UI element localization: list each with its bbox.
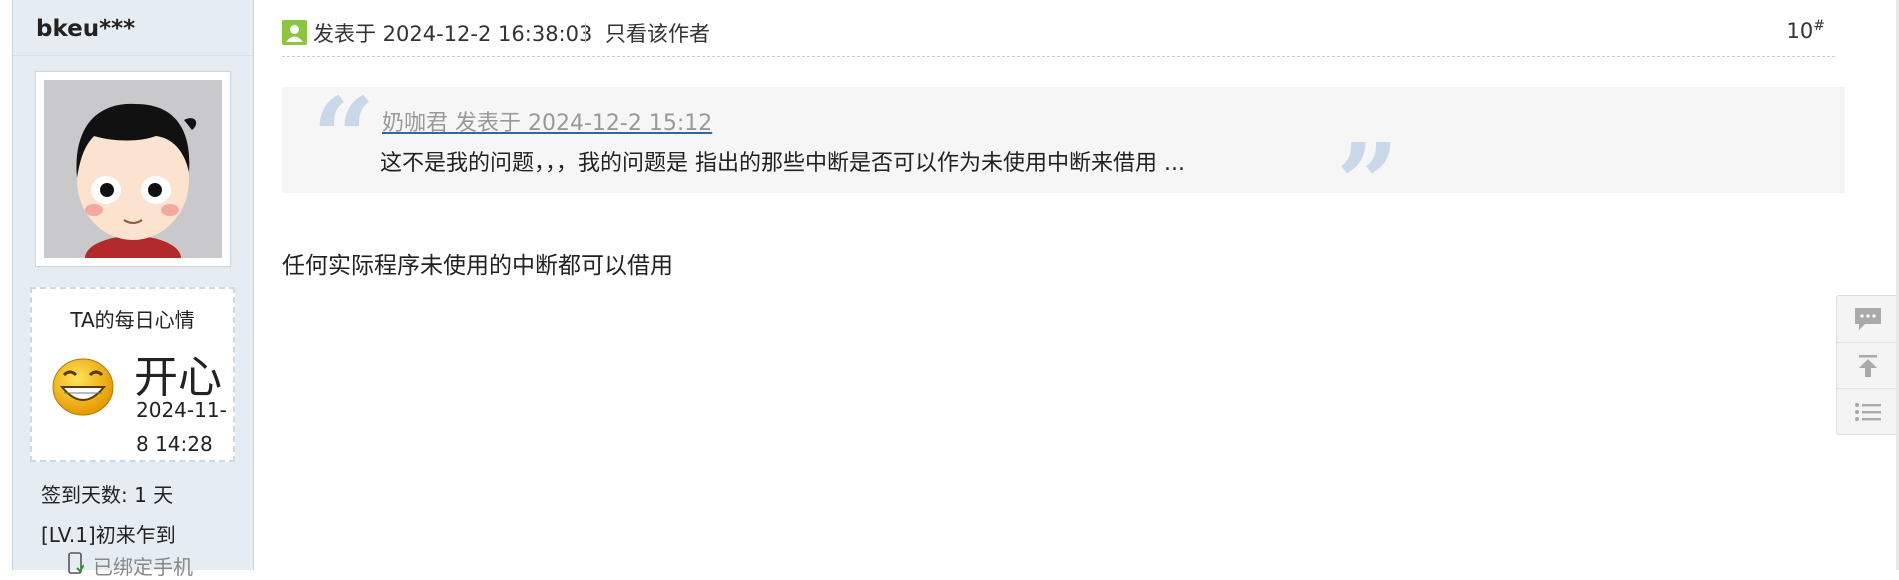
post-time: 发表于 2024-12-2 16:38:03 [313, 22, 593, 46]
open-quote-icon: “ [312, 73, 376, 202]
comment-icon [1855, 308, 1881, 330]
floor-mark: # [1813, 18, 1825, 34]
user-level[interactable]: [LV.1]初来乍到 [41, 519, 176, 548]
quote-block: “ 奶咖君 发表于 2024-12-2 15:12 这不是我的问题，，，我的问题… [282, 83, 1845, 239]
floating-toolbar [1836, 295, 1899, 435]
username-link[interactable]: bkeu*** [36, 16, 135, 42]
happy-face-icon [52, 358, 114, 416]
avatar[interactable] [35, 71, 231, 267]
quote-text: 这不是我的问题，，，我的问题是 指出的那些中断是否可以作为未使用中断来借用 ..… [380, 151, 1185, 176]
divider [13, 55, 253, 56]
comment-button[interactable] [1837, 296, 1899, 341]
list-icon [1855, 403, 1881, 421]
back-to-top-icon [1859, 355, 1877, 377]
post-header: 发表于 2024-12-2 16:38:03 只看该作者 10# [282, 12, 1835, 57]
mood-title: TA的每日心情 [70, 308, 195, 332]
phone-icon [68, 552, 84, 574]
floor-number-value: 10 [1786, 19, 1814, 43]
close-quote-icon: ” [1336, 119, 1400, 248]
only-author-link[interactable]: 只看该作者 [605, 18, 710, 48]
avatar-image [44, 80, 222, 258]
user-sidebar: bkeu*** TA的每日心情 开心 2024-11-8 14:28 签到天数:… [12, 0, 254, 579]
floor-number[interactable]: 10# [1787, 18, 1825, 43]
back-to-top-button[interactable] [1837, 342, 1899, 388]
quote-author-link[interactable]: 奶咖君 发表于 2024-12-2 15:12 [382, 105, 712, 137]
mood-date: 2024-11-8 14:28 [136, 398, 227, 456]
checkin-days: 签到天数: 1 天 [41, 483, 174, 507]
author-icon [282, 20, 307, 45]
phone-bound-label: 已绑定手机 [93, 555, 193, 579]
daily-mood-box: TA的每日心情 开心 2024-11-8 14:28 [30, 287, 235, 462]
separator [585, 23, 586, 43]
list-button[interactable] [1837, 388, 1899, 434]
reply-text: 任何实际程序未使用的中断都可以借用 [282, 253, 673, 279]
